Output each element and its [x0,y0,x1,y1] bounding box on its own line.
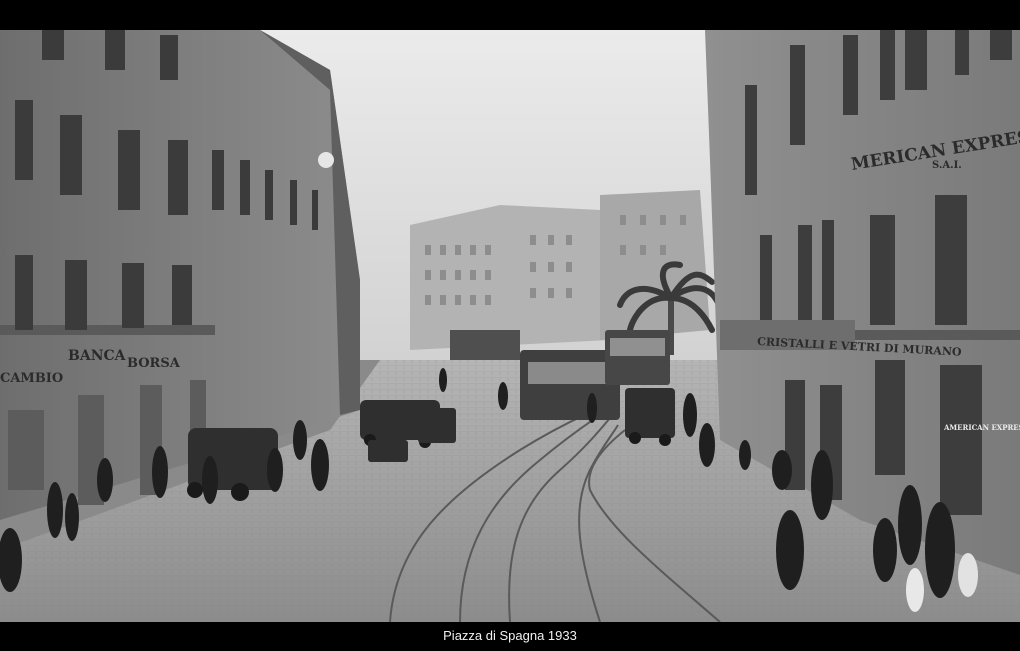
sign-banca: BANCA [68,348,127,364]
sign-window-american-express: AMERICAN EXPRESS Co [943,423,1020,432]
sign-borsa: BORSA [127,356,181,371]
street-scene: BANCA BORSA CAMBIO MERICAN EXPRESS S.A.I… [0,30,1020,622]
photo-frame: BANCA BORSA CAMBIO MERICAN EXPRESS S.A.I… [0,0,1020,651]
historic-street-photo: BANCA BORSA CAMBIO MERICAN EXPRESS S.A.I… [0,30,1020,622]
street-lamp [318,152,334,168]
sign-cambio: CAMBIO [0,371,63,386]
sign-american-express-sub: S.A.I. [932,160,962,171]
photo-caption: Piazza di Spagna 1933 [443,628,577,643]
